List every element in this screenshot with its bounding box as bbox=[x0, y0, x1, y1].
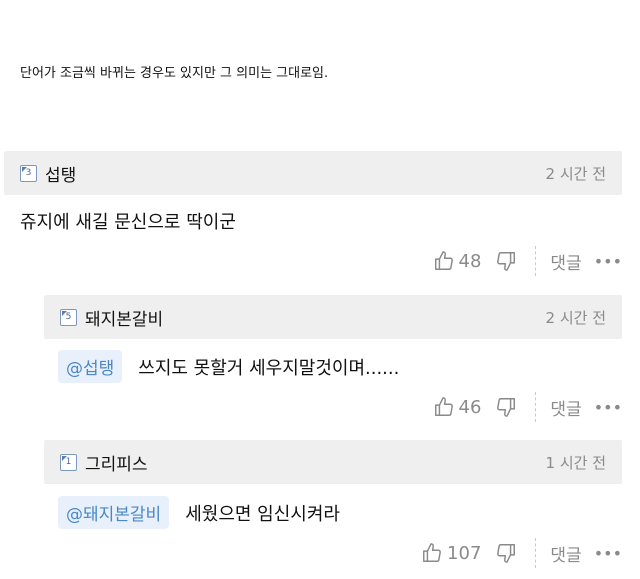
dislike-button[interactable] bbox=[495, 250, 517, 272]
thumbs-up-icon bbox=[433, 396, 455, 418]
comment-header: 1 그리피스 1 시간 전 bbox=[44, 440, 622, 484]
comment-actions: 48 댓글 ••• bbox=[433, 246, 622, 276]
comment-body: 세웠으면 임신시켜라 bbox=[185, 504, 340, 525]
comment-time: 1 시간 전 bbox=[545, 453, 606, 472]
like-button[interactable]: 107 bbox=[421, 542, 495, 564]
reply-button[interactable]: 댓글 bbox=[550, 395, 581, 420]
like-count: 107 bbox=[447, 542, 482, 564]
dislike-button[interactable] bbox=[495, 396, 517, 418]
comment-time: 2 시간 전 bbox=[545, 308, 606, 327]
comment-time: 2 시간 전 bbox=[545, 164, 606, 183]
comment-actions: 46 댓글 ••• bbox=[433, 392, 622, 422]
more-dots-icon[interactable]: ••• bbox=[594, 252, 622, 271]
action-divider bbox=[535, 392, 537, 422]
comment-header: 3 섭탱 2 시간 전 bbox=[4, 151, 622, 195]
thumbs-up-icon bbox=[433, 250, 455, 272]
more-dots-icon[interactable]: ••• bbox=[594, 398, 622, 417]
dislike-button[interactable] bbox=[495, 542, 517, 564]
mention-tag[interactable]: @돼지본갈비 bbox=[58, 496, 170, 529]
level-badge: 3 bbox=[20, 164, 37, 182]
action-divider bbox=[535, 246, 537, 276]
comment-header: 5 돼지본갈비 2 시간 전 bbox=[44, 295, 622, 339]
like-button[interactable]: 46 bbox=[433, 396, 496, 418]
action-divider bbox=[535, 538, 537, 568]
thumbs-up-icon bbox=[421, 542, 443, 564]
like-button[interactable]: 48 bbox=[433, 250, 496, 272]
reply-button[interactable]: 댓글 bbox=[550, 249, 581, 274]
like-count: 46 bbox=[458, 396, 482, 418]
nickname[interactable]: 그리피스 bbox=[85, 450, 148, 475]
comment-body: 쥬지에 새길 문신으로 딱이군 bbox=[20, 212, 236, 233]
level-badge: 5 bbox=[60, 308, 77, 326]
intro-text: 단어가 조금씩 바뀌는 경우도 있지만 그 의미는 그대로임. bbox=[20, 66, 329, 81]
thumbs-down-icon bbox=[495, 396, 517, 418]
like-count: 48 bbox=[458, 250, 482, 272]
comment-text: 쥬지에 새길 문신으로 딱이군 bbox=[20, 208, 236, 234]
comment-text: @돼지본갈비 세웠으면 임신시켜라 bbox=[58, 496, 340, 529]
comment-body: 쓰지도 못할거 세우지말것이며...... bbox=[138, 358, 400, 379]
nickname[interactable]: 돼지본갈비 bbox=[85, 305, 163, 330]
reply-button[interactable]: 댓글 bbox=[550, 541, 581, 566]
comment-actions: 107 댓글 ••• bbox=[421, 538, 622, 568]
thumbs-down-icon bbox=[495, 250, 517, 272]
nickname[interactable]: 섭탱 bbox=[45, 161, 76, 186]
more-dots-icon[interactable]: ••• bbox=[594, 544, 622, 563]
level-badge: 1 bbox=[60, 453, 77, 471]
thumbs-down-icon bbox=[495, 542, 517, 564]
comment-text: @섭탱 쓰지도 못할거 세우지말것이며...... bbox=[58, 350, 399, 383]
mention-tag[interactable]: @섭탱 bbox=[58, 350, 123, 383]
